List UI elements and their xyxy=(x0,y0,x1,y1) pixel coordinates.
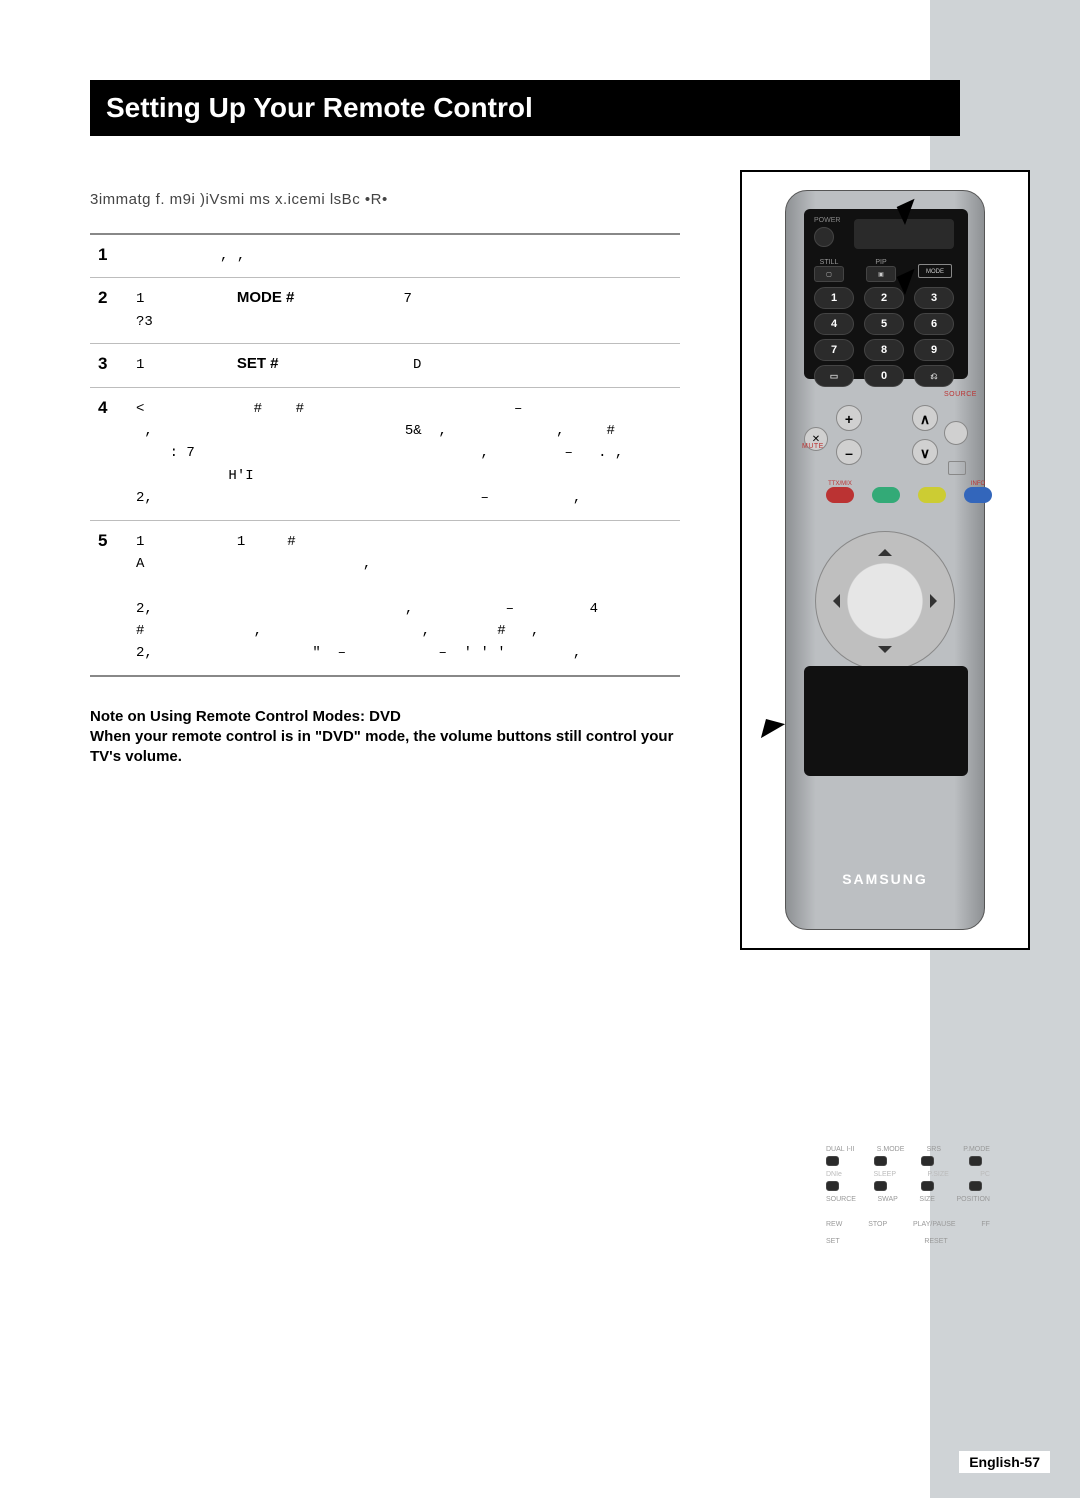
srs-button[interactable] xyxy=(921,1156,934,1166)
step-row: 5 1 1 # A , 2, , – 4 # , , # , 2, " – – xyxy=(90,520,680,676)
page-title: Setting Up Your Remote Control xyxy=(92,82,958,134)
channel-down-button[interactable]: ∨ xyxy=(912,439,938,465)
note-line: When your remote control is in "DVD" mod… xyxy=(90,727,690,768)
mode-button[interactable]: MODE xyxy=(918,264,952,278)
num-prech[interactable]: ⎌ xyxy=(914,365,954,387)
still-button[interactable]: ▢ xyxy=(814,266,844,282)
step-row: 3 1 SET # D xyxy=(90,344,680,387)
step-row: 1 , , xyxy=(90,234,680,278)
number-pad: 1 2 3 4 5 6 7 8 9 ▭ 0 ⎌ xyxy=(814,287,954,387)
step-keyword: SET # xyxy=(237,355,279,372)
note-block: Note on Using Remote Control Modes: DVD … xyxy=(90,707,690,768)
pc-button[interactable] xyxy=(969,1181,982,1191)
button-row xyxy=(826,1181,982,1191)
blue-button[interactable] xyxy=(964,487,992,503)
steps-table: 1 , , 2 1 MODE # 7?3 3 1 SET # D 4 < xyxy=(90,233,680,677)
num-7[interactable]: 7 xyxy=(814,339,854,361)
row-labels: REW STOP PLAY/PAUSE FF xyxy=(826,1221,990,1228)
sleep-button[interactable] xyxy=(874,1181,887,1191)
button-row xyxy=(826,1156,982,1166)
num-6[interactable]: 6 xyxy=(914,313,954,335)
num-5[interactable]: 5 xyxy=(864,313,904,335)
step-row: 4 < # # – , 5& , , # : 7 , – . , H'I 2, xyxy=(90,387,680,520)
step-number: 5 xyxy=(90,520,128,676)
dpad-left-icon xyxy=(826,594,840,608)
ttx-label: TTX/MIX xyxy=(826,481,854,487)
remote-top-panel: POWER STILL ▢ PIP ▣ MODE 1 2 3 4 5 xyxy=(804,209,968,379)
row-labels: DNIe SLEEP P.SIZE PC xyxy=(826,1171,990,1178)
row-labels: SOURCE SWAP SIZE POSITION xyxy=(826,1196,990,1203)
mute-label: MUTE xyxy=(802,443,824,450)
green-button[interactable] xyxy=(872,487,900,503)
power-label: POWER xyxy=(814,217,840,224)
pmode-button[interactable] xyxy=(969,1156,982,1166)
info-label: INFO xyxy=(964,481,992,487)
source-label: SOURCE xyxy=(944,391,977,398)
num-dash[interactable]: ▭ xyxy=(814,365,854,387)
step-number: 3 xyxy=(90,344,128,387)
color-buttons-row: TTX/MIX INFO xyxy=(826,481,992,503)
page-footer: English-57 xyxy=(959,1451,1050,1473)
num-4[interactable]: 4 xyxy=(814,313,854,335)
yellow-button[interactable] xyxy=(918,487,946,503)
num-9[interactable]: 9 xyxy=(914,339,954,361)
dpad-down-icon xyxy=(878,646,892,660)
note-line: Note on Using Remote Control Modes: DVD xyxy=(90,707,690,727)
step-body: , , xyxy=(136,248,245,264)
volume-up-button[interactable]: + xyxy=(836,405,862,431)
step-number: 4 xyxy=(90,387,128,520)
dual-button[interactable] xyxy=(826,1156,839,1166)
title-box: Setting Up Your Remote Control xyxy=(90,80,960,136)
dpad-right-icon xyxy=(930,594,944,608)
tv-button[interactable] xyxy=(948,461,966,475)
dpad-up-icon xyxy=(878,542,892,556)
power-button[interactable] xyxy=(814,227,834,247)
source-button[interactable] xyxy=(944,421,968,445)
remote-body: POWER STILL ▢ PIP ▣ MODE 1 2 3 4 5 xyxy=(785,190,985,930)
num-0[interactable]: 0 xyxy=(864,365,904,387)
step-body: 1 1 # A , 2, , – 4 # , , # , 2, " – – ' … xyxy=(136,534,598,662)
step-number: 2 xyxy=(90,278,128,344)
num-8[interactable]: 8 xyxy=(864,339,904,361)
channel-up-button[interactable]: ∧ xyxy=(912,405,938,431)
volume-down-button[interactable]: – xyxy=(836,439,862,465)
step-body: < # # – , 5& , , # : 7 , – . , H'I 2, xyxy=(136,401,623,507)
step-number: 1 xyxy=(90,234,128,278)
remote-bottom-panel: DUAL I-II S.MODE SRS P.MODE DNIe SLEEP P… xyxy=(804,666,968,776)
remote-mid-row: ✕ + – ∧ ∨ xyxy=(804,399,968,459)
num-1[interactable]: 1 xyxy=(814,287,854,309)
brand-logo: SAMSUNG xyxy=(786,871,984,887)
red-button[interactable] xyxy=(826,487,854,503)
row-labels: SET RESET xyxy=(826,1238,990,1245)
psize-button[interactable] xyxy=(921,1181,934,1191)
step-keyword: MODE # xyxy=(237,289,295,306)
dnie-button[interactable] xyxy=(826,1181,839,1191)
num-3[interactable]: 3 xyxy=(914,287,954,309)
smode-button[interactable] xyxy=(874,1156,887,1166)
step-row: 2 1 MODE # 7?3 xyxy=(90,278,680,344)
dpad[interactable] xyxy=(815,531,955,671)
row-labels: DUAL I-II S.MODE SRS P.MODE xyxy=(826,1146,990,1153)
still-label: STILL xyxy=(814,259,844,266)
